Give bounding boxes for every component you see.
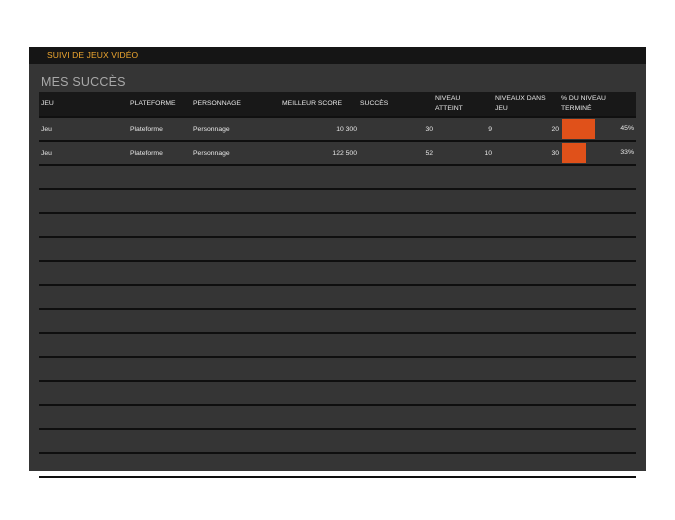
col-level-reached-line1: NIVEAU	[435, 95, 461, 102]
col-character[interactable]: PERSONNAGE	[193, 99, 241, 109]
table-row[interactable]	[39, 334, 636, 358]
table-row[interactable]: Jeu Plateforme Personnage 10 300 30 9 20 45%	[39, 118, 636, 142]
cell-best-score[interactable]: 10 300	[279, 125, 357, 135]
col-game[interactable]: JEU	[41, 99, 54, 109]
progress-bar	[562, 119, 595, 139]
cell-success[interactable]: 30	[389, 125, 433, 135]
cell-success[interactable]: 52	[389, 149, 433, 159]
col-levels-in-game-line1: NIVEAUX DANS	[495, 95, 546, 102]
cell-platform[interactable]: Plateforme	[130, 149, 163, 159]
cell-levels-in-game[interactable]: 20	[519, 125, 559, 135]
col-levels-in-game-line2: JEU	[495, 105, 508, 112]
progress-bar	[562, 143, 586, 163]
table-body: Jeu Plateforme Personnage 10 300 30 9 20 45% Jeu…	[39, 118, 636, 478]
table-row[interactable]	[39, 358, 636, 382]
col-level-reached[interactable]: NIVEAU ATTEINT	[435, 94, 463, 114]
cell-pct-done[interactable]: 45%	[620, 125, 634, 132]
col-pct-done[interactable]: % DU NIVEAU TERMINÉ	[561, 94, 606, 114]
spreadsheet-sheet: SUIVI DE JEUX VIDÉO MES SUCCÈS JEU PLATE…	[29, 47, 646, 478]
table-row[interactable]: Jeu Plateforme Personnage 122 500 52 10 30 33%	[39, 142, 636, 166]
col-platform[interactable]: PLATEFORME	[130, 99, 176, 109]
cell-game[interactable]: Jeu	[41, 125, 52, 135]
section-title: MES SUCCÈS	[41, 75, 126, 89]
table-row[interactable]	[39, 286, 636, 310]
cell-game[interactable]: Jeu	[41, 149, 52, 159]
col-success[interactable]: SUCCÈS	[360, 99, 388, 109]
table-row[interactable]	[39, 190, 636, 214]
table-row[interactable]	[39, 214, 636, 238]
col-pct-done-line2: TERMINÉ	[561, 105, 592, 112]
col-pct-done-line1: % DU NIVEAU	[561, 95, 606, 102]
table-row[interactable]	[39, 454, 636, 478]
cell-levels-in-game[interactable]: 30	[519, 149, 559, 159]
table-row[interactable]	[39, 382, 636, 406]
table-row[interactable]	[39, 238, 636, 262]
cell-level-reached[interactable]: 9	[459, 125, 492, 135]
table-row[interactable]	[39, 166, 636, 190]
table-header: JEU PLATEFORME PERSONNAGE MEILLEUR SCORE…	[39, 92, 636, 118]
table-row[interactable]	[39, 310, 636, 334]
title-bar: SUIVI DE JEUX VIDÉO	[29, 47, 646, 64]
cell-character[interactable]: Personnage	[193, 125, 230, 135]
col-level-reached-line2: ATTEINT	[435, 105, 463, 112]
table-row[interactable]	[39, 430, 636, 454]
cell-level-reached[interactable]: 10	[459, 149, 492, 159]
col-best-score[interactable]: MEILLEUR SCORE	[282, 99, 342, 109]
tracker-title: SUIVI DE JEUX VIDÉO	[47, 50, 139, 60]
cell-character[interactable]: Personnage	[193, 149, 230, 159]
cell-best-score[interactable]: 122 500	[279, 149, 357, 159]
table-row[interactable]	[39, 406, 636, 430]
col-levels-in-game[interactable]: NIVEAUX DANS JEU	[495, 94, 546, 114]
table-row[interactable]	[39, 262, 636, 286]
achievements-table: JEU PLATEFORME PERSONNAGE MEILLEUR SCORE…	[39, 92, 636, 478]
cell-platform[interactable]: Plateforme	[130, 125, 163, 135]
cell-pct-done[interactable]: 33%	[620, 149, 634, 156]
